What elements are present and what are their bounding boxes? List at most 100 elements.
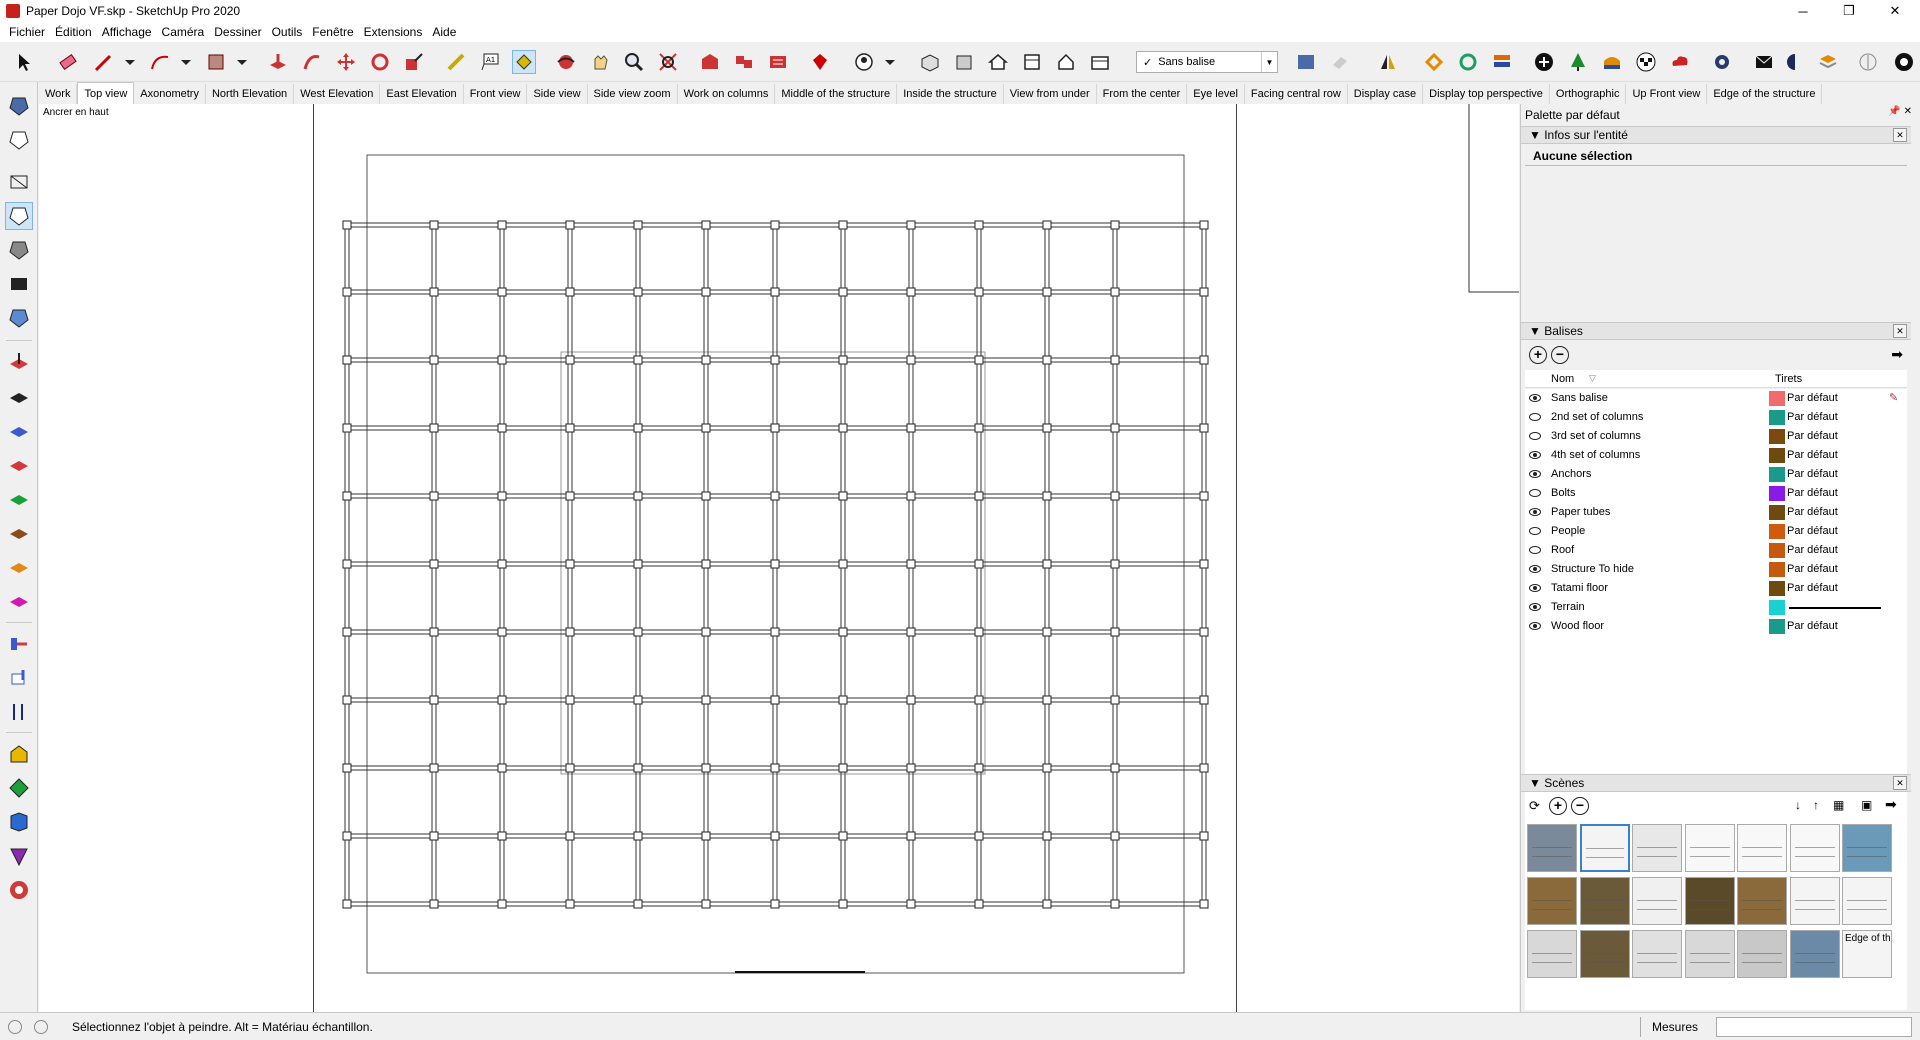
menu-extensions[interactable]: Extensions (359, 22, 428, 42)
pan-tool-icon[interactable] (588, 50, 612, 74)
tag-dashes[interactable]: Par défaut (1787, 411, 1838, 423)
scene-tab[interactable]: West Elevation (294, 84, 381, 104)
axes-green-icon[interactable] (5, 484, 33, 512)
menu-camera[interactable]: Caméra (157, 22, 210, 42)
spiral-icon[interactable] (5, 876, 33, 904)
menu-aide[interactable]: Aide (427, 22, 461, 42)
cloud-upload-icon[interactable] (1668, 50, 1692, 74)
close-button[interactable]: ✕ (1872, 0, 1918, 22)
user-account-icon[interactable] (852, 50, 876, 74)
scene-tab[interactable]: Work (39, 84, 78, 104)
scene-tab[interactable]: North Elevation (206, 84, 295, 104)
tag-color-swatch[interactable] (1769, 505, 1785, 520)
scene-thumbnail[interactable] (1527, 824, 1577, 872)
polygon-outline-icon[interactable] (5, 126, 33, 154)
tag-row[interactable]: Anchors Par défaut (1525, 465, 1907, 484)
tag-name[interactable]: 3rd set of columns (1551, 430, 1641, 442)
select-tool-icon[interactable] (12, 50, 36, 74)
zoom-extents-tool-icon[interactable] (656, 50, 680, 74)
scene-thumbnail[interactable] (1737, 824, 1787, 872)
tag-name[interactable]: Wood floor (1551, 620, 1604, 632)
close-icon[interactable]: ✕ (1893, 128, 1907, 142)
tag-row[interactable]: Paper tubes Par défaut (1525, 503, 1907, 522)
scene-tab[interactable]: Edge of the structure (1707, 84, 1823, 104)
tag-row[interactable]: 4th set of columns Par défaut (1525, 446, 1907, 465)
visibility-eye-icon[interactable] (1529, 565, 1541, 573)
entity-info-header[interactable]: ▼ Infos sur l'entité ✕ (1521, 126, 1911, 144)
move-scene-up-icon[interactable]: ↑ (1813, 798, 1819, 812)
axes-magenta-icon[interactable] (5, 586, 33, 614)
scene-tab[interactable]: East Elevation (380, 84, 464, 104)
paint-bucket-tool-icon[interactable] (512, 50, 536, 74)
refresh-icon[interactable] (1456, 50, 1480, 74)
scene-tab[interactable]: Orthographic (1550, 84, 1627, 104)
tag-color-swatch[interactable] (1769, 391, 1785, 406)
tag-row[interactable]: Tatami floor Par défaut (1525, 579, 1907, 598)
standard-view-icon[interactable] (952, 50, 976, 74)
tag-name[interactable]: Structure To hide (1551, 563, 1634, 575)
scene-tab[interactable]: Display top perspective (1423, 84, 1550, 104)
pin-icon[interactable]: 📌 ✕ (1888, 106, 1912, 117)
tag-name[interactable]: Roof (1551, 544, 1574, 556)
scene-thumbnail[interactable] (1684, 824, 1735, 872)
tag-dashes[interactable]: Par défaut (1787, 487, 1838, 499)
front-view-house-icon[interactable] (986, 50, 1010, 74)
scene-thumbnail[interactable] (1737, 877, 1787, 925)
scene-tab[interactable]: Axonometry (134, 84, 206, 104)
tree-icon[interactable] (1566, 50, 1590, 74)
checker-icon[interactable] (1634, 50, 1658, 74)
top-view-house-icon[interactable] (1020, 50, 1044, 74)
tag-tool-icon[interactable] (1294, 50, 1318, 74)
close-icon[interactable]: ✕ (1893, 324, 1907, 338)
active-tag-dropdown[interactable]: ✓ Sans balise ▼ (1136, 51, 1278, 73)
tag-row[interactable]: Roof Par défaut (1525, 541, 1907, 560)
tag-color-swatch[interactable] (1769, 600, 1785, 615)
scene-tab[interactable]: Middle of the structure (775, 84, 898, 104)
tag-dashes[interactable]: Par défaut (1787, 468, 1838, 480)
shaded-face-icon[interactable] (5, 236, 33, 264)
drawing-viewport[interactable]: Ancrer en haut (39, 104, 1519, 1012)
scene-tab[interactable]: Display case (1348, 84, 1424, 104)
tag-row[interactable]: People Par défaut (1525, 522, 1907, 541)
monochrome-face-icon[interactable] (5, 270, 33, 298)
visibility-eye-icon[interactable] (1529, 603, 1541, 611)
tag-dashes[interactable]: Par défaut (1787, 430, 1838, 442)
section-plane-icon[interactable] (5, 664, 33, 692)
tag-row[interactable]: Terrain (1525, 598, 1907, 617)
tag-dash-line[interactable] (1789, 607, 1881, 609)
scene-thumbnail[interactable] (1789, 877, 1840, 925)
back-view-house-icon[interactable] (1088, 50, 1112, 74)
scene-thumbnail[interactable] (1632, 824, 1682, 872)
scene-thumbnail[interactable] (1579, 930, 1630, 978)
move-tool-icon[interactable] (334, 50, 358, 74)
delete-scene-icon[interactable]: − (1571, 797, 1589, 815)
text-tool-icon[interactable]: A1 (478, 50, 502, 74)
info-icon[interactable] (34, 1020, 48, 1034)
scene-thumbnail[interactable]: Edge of th (1842, 930, 1892, 978)
settings-gear-icon[interactable] (1710, 50, 1734, 74)
tag-name[interactable]: Sans balise (1551, 392, 1608, 404)
tag-color-swatch[interactable] (1769, 543, 1785, 558)
tag-color-swatch[interactable] (1769, 619, 1785, 634)
scene-tab[interactable]: Eye level (1187, 84, 1245, 104)
scene-thumbnail[interactable] (1632, 930, 1682, 978)
tape-measure-tool-icon[interactable] (444, 50, 468, 74)
measures-input[interactable] (1716, 1017, 1912, 1037)
visibility-eye-icon[interactable] (1529, 584, 1541, 592)
scene-tab[interactable]: Front view (464, 84, 528, 104)
components-icon[interactable] (732, 50, 756, 74)
minimize-button[interactable]: ─ (1780, 0, 1826, 22)
tag-eraser-icon[interactable] (1328, 50, 1352, 74)
scene-tab[interactable]: From the center (1097, 84, 1188, 104)
tag-name[interactable]: Tatami floor (1551, 582, 1608, 594)
thumbnail-view-icon[interactable]: ▦ (1833, 798, 1844, 812)
tag-dashes[interactable]: Par défaut (1787, 392, 1838, 404)
menu-outils[interactable]: Outils (267, 22, 308, 42)
details-arrow-icon[interactable]: ➡ (1885, 796, 1897, 813)
scene-thumbnail[interactable] (1842, 877, 1892, 925)
extension-warehouse-icon[interactable] (766, 50, 790, 74)
menu-dessiner[interactable]: Dessiner (209, 22, 266, 42)
filter-icon[interactable]: ▽ (1589, 373, 1596, 384)
scene-thumbnail[interactable] (1789, 824, 1840, 872)
visibility-eye-icon[interactable] (1529, 527, 1541, 535)
